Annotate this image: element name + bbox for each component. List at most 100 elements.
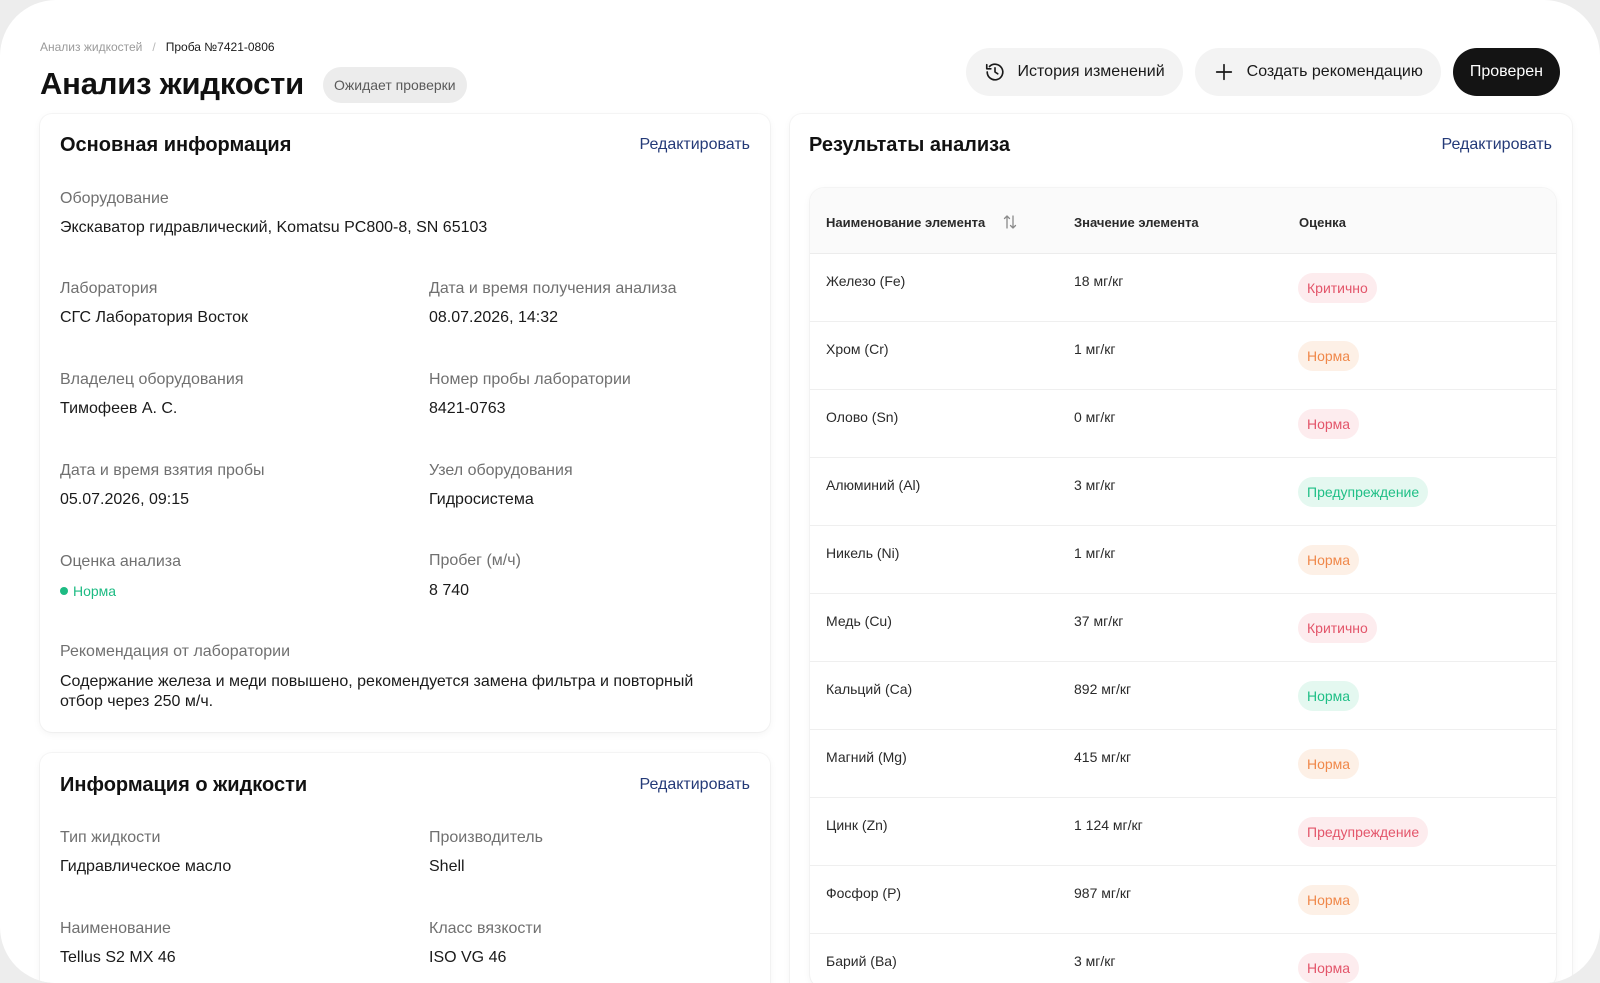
- assessment-label: Оценка анализа: [60, 553, 181, 570]
- grade-badge: Норма: [1298, 953, 1360, 983]
- viscosity-label: Класс вязкости: [429, 920, 542, 937]
- grade-badge: Норма: [1298, 749, 1360, 779]
- status-badge: Ожидает проверки: [323, 67, 467, 103]
- fluid-name-label: Наименование: [60, 920, 171, 937]
- lab-label: Лаборатория: [60, 280, 158, 297]
- history-button[interactable]: История изменений: [965, 48, 1183, 96]
- grade-badge: Критично: [1298, 273, 1377, 303]
- create-recommendation-button[interactable]: Создать рекомендацию: [1194, 48, 1441, 96]
- owner-label: Владелец оборудования: [60, 371, 244, 388]
- fluid-type-value: Гидравлическое масло: [60, 858, 232, 875]
- table-row[interactable]: Хром (Cr) 1 мг/кг Норма: [810, 322, 1556, 390]
- plus-icon: [1213, 61, 1235, 83]
- app-window: Анализ жидкостей / Проба №7421-0806 Анал…: [0, 0, 1600, 983]
- table-row[interactable]: Магний (Mg) 415 мг/кг Норма: [810, 730, 1556, 798]
- grade-badge: Норма: [1298, 409, 1360, 439]
- element-value: 415 мг/кг: [1074, 749, 1132, 765]
- recommendation-label: Рекомендация от лаборатории: [60, 643, 291, 660]
- fluid-info-card: Информация о жидкости Редактировать Тип …: [40, 753, 770, 983]
- maker-label: Производитель: [429, 829, 543, 846]
- mileage-value: 8 740: [429, 582, 470, 599]
- unit-label: Узел оборудования: [429, 462, 573, 479]
- table-row[interactable]: Алюминий (Al) 3 мг/кг Предупреждение: [810, 458, 1556, 526]
- grade-badge: Норма: [1298, 885, 1360, 915]
- viscosity-value: ISO VG 46: [429, 949, 507, 966]
- breadcrumb: Анализ жидкостей / Проба №7421-0806: [40, 40, 275, 54]
- table-row[interactable]: Фосфор (P) 987 мг/кг Норма: [810, 866, 1556, 934]
- element-name: Олово (Sn): [826, 409, 899, 425]
- results-title: Результаты анализа: [809, 134, 1010, 156]
- element-value: 0 мг/кг: [1074, 409, 1116, 425]
- grade-badge: Норма: [1298, 341, 1360, 371]
- received-label: Дата и время получения анализа: [429, 280, 677, 297]
- element-name: Медь (Cu): [826, 613, 892, 629]
- grade-badge: Предупреждение: [1298, 817, 1429, 847]
- grade-badge: Критично: [1298, 613, 1377, 643]
- equipment-label: Оборудование: [60, 190, 169, 207]
- fluid-type-label: Тип жидкости: [60, 829, 161, 846]
- element-name: Цинк (Zn): [826, 817, 888, 833]
- element-value: 1 мг/кг: [1074, 341, 1116, 357]
- equipment-value: Экскаватор гидравлический, Komatsu PC800…: [60, 219, 488, 236]
- status-dot-icon: [60, 587, 68, 595]
- table-row[interactable]: Кальций (Ca) 892 мг/кг Норма: [810, 662, 1556, 730]
- table-row[interactable]: Олово (Sn) 0 мг/кг Норма: [810, 390, 1556, 458]
- main-info-title: Основная информация: [60, 134, 292, 156]
- element-name: Железо (Fe): [826, 273, 906, 289]
- column-header-element[interactable]: Наименование элемента: [826, 215, 985, 230]
- table-row[interactable]: Барий (Ba) 3 мг/кг Норма: [810, 934, 1556, 983]
- fluid-name-value: Tellus S2 MX 46: [60, 949, 176, 966]
- history-button-label: История изменений: [1017, 63, 1165, 80]
- unit-value: Гидросистема: [429, 491, 534, 508]
- lab-sample-label: Номер пробы лаборатории: [429, 371, 631, 388]
- fluid-info-title: Информация о жидкости: [60, 774, 308, 796]
- lab-value: СГС Лаборатория Восток: [60, 309, 249, 326]
- element-value: 3 мг/кг: [1074, 477, 1116, 493]
- lab-sample-value: 8421-0763: [429, 400, 506, 417]
- element-name: Алюминий (Al): [826, 477, 921, 493]
- history-icon: [984, 61, 1006, 83]
- element-value: 37 мг/кг: [1074, 613, 1124, 629]
- grade-badge: Норма: [1298, 545, 1360, 575]
- table-header: Наименование элемента Значение элемента …: [810, 188, 1556, 254]
- column-header-value: Значение элемента: [1074, 215, 1199, 230]
- sampled-value: 05.07.2026, 09:15: [60, 491, 190, 508]
- recommendation-line-2: отбор через 250 м/ч.: [60, 693, 214, 710]
- table-row[interactable]: Железо (Fe) 18 мг/кг Критично: [810, 254, 1556, 322]
- element-value: 987 мг/кг: [1074, 885, 1132, 901]
- create-recommendation-label: Создать рекомендацию: [1246, 63, 1423, 80]
- owner-value: Тимофеев А. С.: [60, 400, 178, 417]
- breadcrumb-current: Проба №7421-0806: [165, 40, 275, 54]
- recommendation-line-1: Содержание железа и меди повышено, реком…: [60, 673, 694, 690]
- table-row[interactable]: Медь (Cu) 37 мг/кг Критично: [810, 594, 1556, 662]
- header-actions: История изменений Создать рекомендацию П…: [965, 48, 1560, 96]
- received-value: 08.07.2026, 14:32: [429, 309, 559, 326]
- main-info-edit-link[interactable]: Редактировать: [639, 136, 750, 154]
- page-title: Анализ жидкости: [40, 66, 304, 101]
- element-value: 3 мг/кг: [1074, 953, 1116, 969]
- breadcrumb-separator: /: [152, 40, 156, 54]
- sampled-label: Дата и время взятия пробы: [60, 462, 265, 479]
- table-row[interactable]: Цинк (Zn) 1 124 мг/кг Предупреждение: [810, 798, 1556, 866]
- main-info-card: Основная информация Редактировать Оборуд…: [40, 114, 770, 732]
- mileage-label: Пробег (м/ч): [429, 552, 521, 569]
- element-value: 892 мг/кг: [1074, 681, 1132, 697]
- sort-icon[interactable]: [1003, 214, 1017, 235]
- table-row[interactable]: Никель (Ni) 1 мг/кг Норма: [810, 526, 1556, 594]
- breadcrumb-parent-link[interactable]: Анализ жидкостей: [40, 40, 142, 54]
- element-value: 1 124 мг/кг: [1074, 817, 1143, 833]
- fluid-info-edit-link[interactable]: Редактировать: [639, 776, 750, 794]
- element-name: Барий (Ba): [826, 953, 897, 969]
- assessment-indicator: Норма: [60, 583, 116, 599]
- element-name: Хром (Cr): [826, 341, 889, 357]
- grade-badge: Норма: [1298, 681, 1360, 711]
- element-name: Кальций (Ca): [826, 681, 913, 697]
- assessment-value: Норма: [73, 583, 117, 599]
- element-value: 1 мг/кг: [1074, 545, 1116, 561]
- results-edit-link[interactable]: Редактировать: [1441, 136, 1552, 154]
- element-name: Никель (Ni): [826, 545, 900, 561]
- column-header-grade: Оценка: [1299, 215, 1346, 230]
- grade-badge: Предупреждение: [1298, 477, 1429, 507]
- verified-button[interactable]: Проверен: [1452, 48, 1560, 96]
- maker-value: Shell: [429, 858, 465, 875]
